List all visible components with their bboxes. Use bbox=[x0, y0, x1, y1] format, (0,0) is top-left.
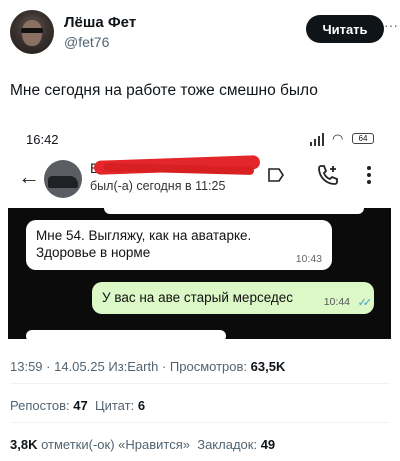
tweet-meta: 13:59 · 14.05.25 Из:Earth · Просмотров: … bbox=[10, 359, 286, 374]
outgoing-message[interactable]: У вас на аве старый мерседес 10:44 ✓✓ bbox=[92, 282, 374, 314]
post-time[interactable]: 13:59 bbox=[10, 359, 43, 374]
kebab-menu-icon[interactable] bbox=[366, 166, 372, 184]
signal-icon bbox=[322, 133, 324, 146]
repost-stats: Репостов: 47 Цитат: 6 bbox=[10, 398, 145, 413]
views-count: 63,5K bbox=[250, 359, 286, 374]
divider bbox=[10, 383, 390, 384]
signal-icon bbox=[314, 139, 316, 146]
message-text: Мне 54. Выгляжу, как на аватарке. Здоров… bbox=[36, 228, 252, 260]
like-stats: 3,8K отметки(-ок) «Нравится» Закладок: 4… bbox=[10, 437, 275, 452]
label-icon[interactable] bbox=[268, 168, 284, 182]
incoming-message[interactable]: Мне 54. Выгляжу, как на аватарке. Здоров… bbox=[26, 220, 332, 270]
quotes-label[interactable]: Цитат: bbox=[95, 398, 134, 413]
last-seen-status: был(-а) сегодня в 11:25 bbox=[90, 179, 226, 193]
quotes-count[interactable]: 6 bbox=[138, 398, 145, 413]
chat-header: ← E был(-а) сегодня в 11:25 bbox=[8, 154, 391, 206]
divider bbox=[10, 422, 390, 423]
author-handle[interactable]: @fet76 bbox=[64, 34, 109, 50]
post-date[interactable]: 14.05.25 bbox=[54, 359, 105, 374]
read-ticks-icon: ✓✓ bbox=[357, 297, 373, 309]
wifi-icon: ◠ bbox=[332, 131, 344, 146]
tweet-text: Мне сегодня на работе тоже смешно было bbox=[10, 82, 318, 99]
car-icon bbox=[48, 176, 78, 188]
bookmarks-count: 49 bbox=[260, 437, 276, 452]
message-time: 10:43 bbox=[295, 253, 322, 265]
avatar-face bbox=[22, 20, 42, 46]
phone-status-bar: 16:42 ◠ 64 bbox=[8, 124, 391, 154]
message-time: 10:44 bbox=[323, 296, 350, 308]
views-label: Просмотров: bbox=[169, 359, 248, 374]
chat-messages: Мне 54. Выгляжу, как на аватарке. Здоров… bbox=[8, 202, 391, 339]
reposts-count[interactable]: 47 bbox=[73, 398, 87, 413]
cropped-message bbox=[104, 202, 364, 214]
back-arrow-icon[interactable]: ← bbox=[18, 166, 40, 188]
signal-icon bbox=[310, 142, 312, 146]
reposts-label[interactable]: Репостов: bbox=[10, 398, 70, 413]
embedded-chat-screenshot[interactable]: 16:42 ◠ 64 ← E был(-а) сегодня в 11:25 bbox=[8, 124, 391, 339]
add-call-icon[interactable] bbox=[316, 163, 340, 187]
status-icons: ◠ 64 bbox=[308, 131, 388, 148]
likes-label[interactable]: отметки(-ок) «Нравится» bbox=[41, 437, 190, 452]
avatar-glasses bbox=[21, 28, 43, 33]
author-name[interactable]: Лёша Фет bbox=[64, 14, 136, 31]
bookmarks-label: Закладок: bbox=[197, 437, 258, 452]
follow-button[interactable]: Читать bbox=[306, 15, 384, 43]
author-avatar[interactable] bbox=[10, 10, 54, 54]
battery-icon: 64 bbox=[352, 133, 374, 144]
likes-count[interactable]: 3,8K bbox=[10, 437, 37, 452]
cropped-message bbox=[26, 330, 226, 339]
contact-avatar[interactable] bbox=[44, 160, 82, 198]
message-text: У вас на аве старый мерседес bbox=[102, 290, 294, 305]
tweet-header: Лёша Фет @fet76 Читать ··· bbox=[10, 8, 398, 54]
signal-icon bbox=[318, 136, 320, 146]
status-time: 16:42 bbox=[26, 132, 59, 147]
more-options-icon[interactable]: ··· bbox=[384, 18, 398, 38]
post-source: Из:Earth bbox=[108, 359, 159, 374]
